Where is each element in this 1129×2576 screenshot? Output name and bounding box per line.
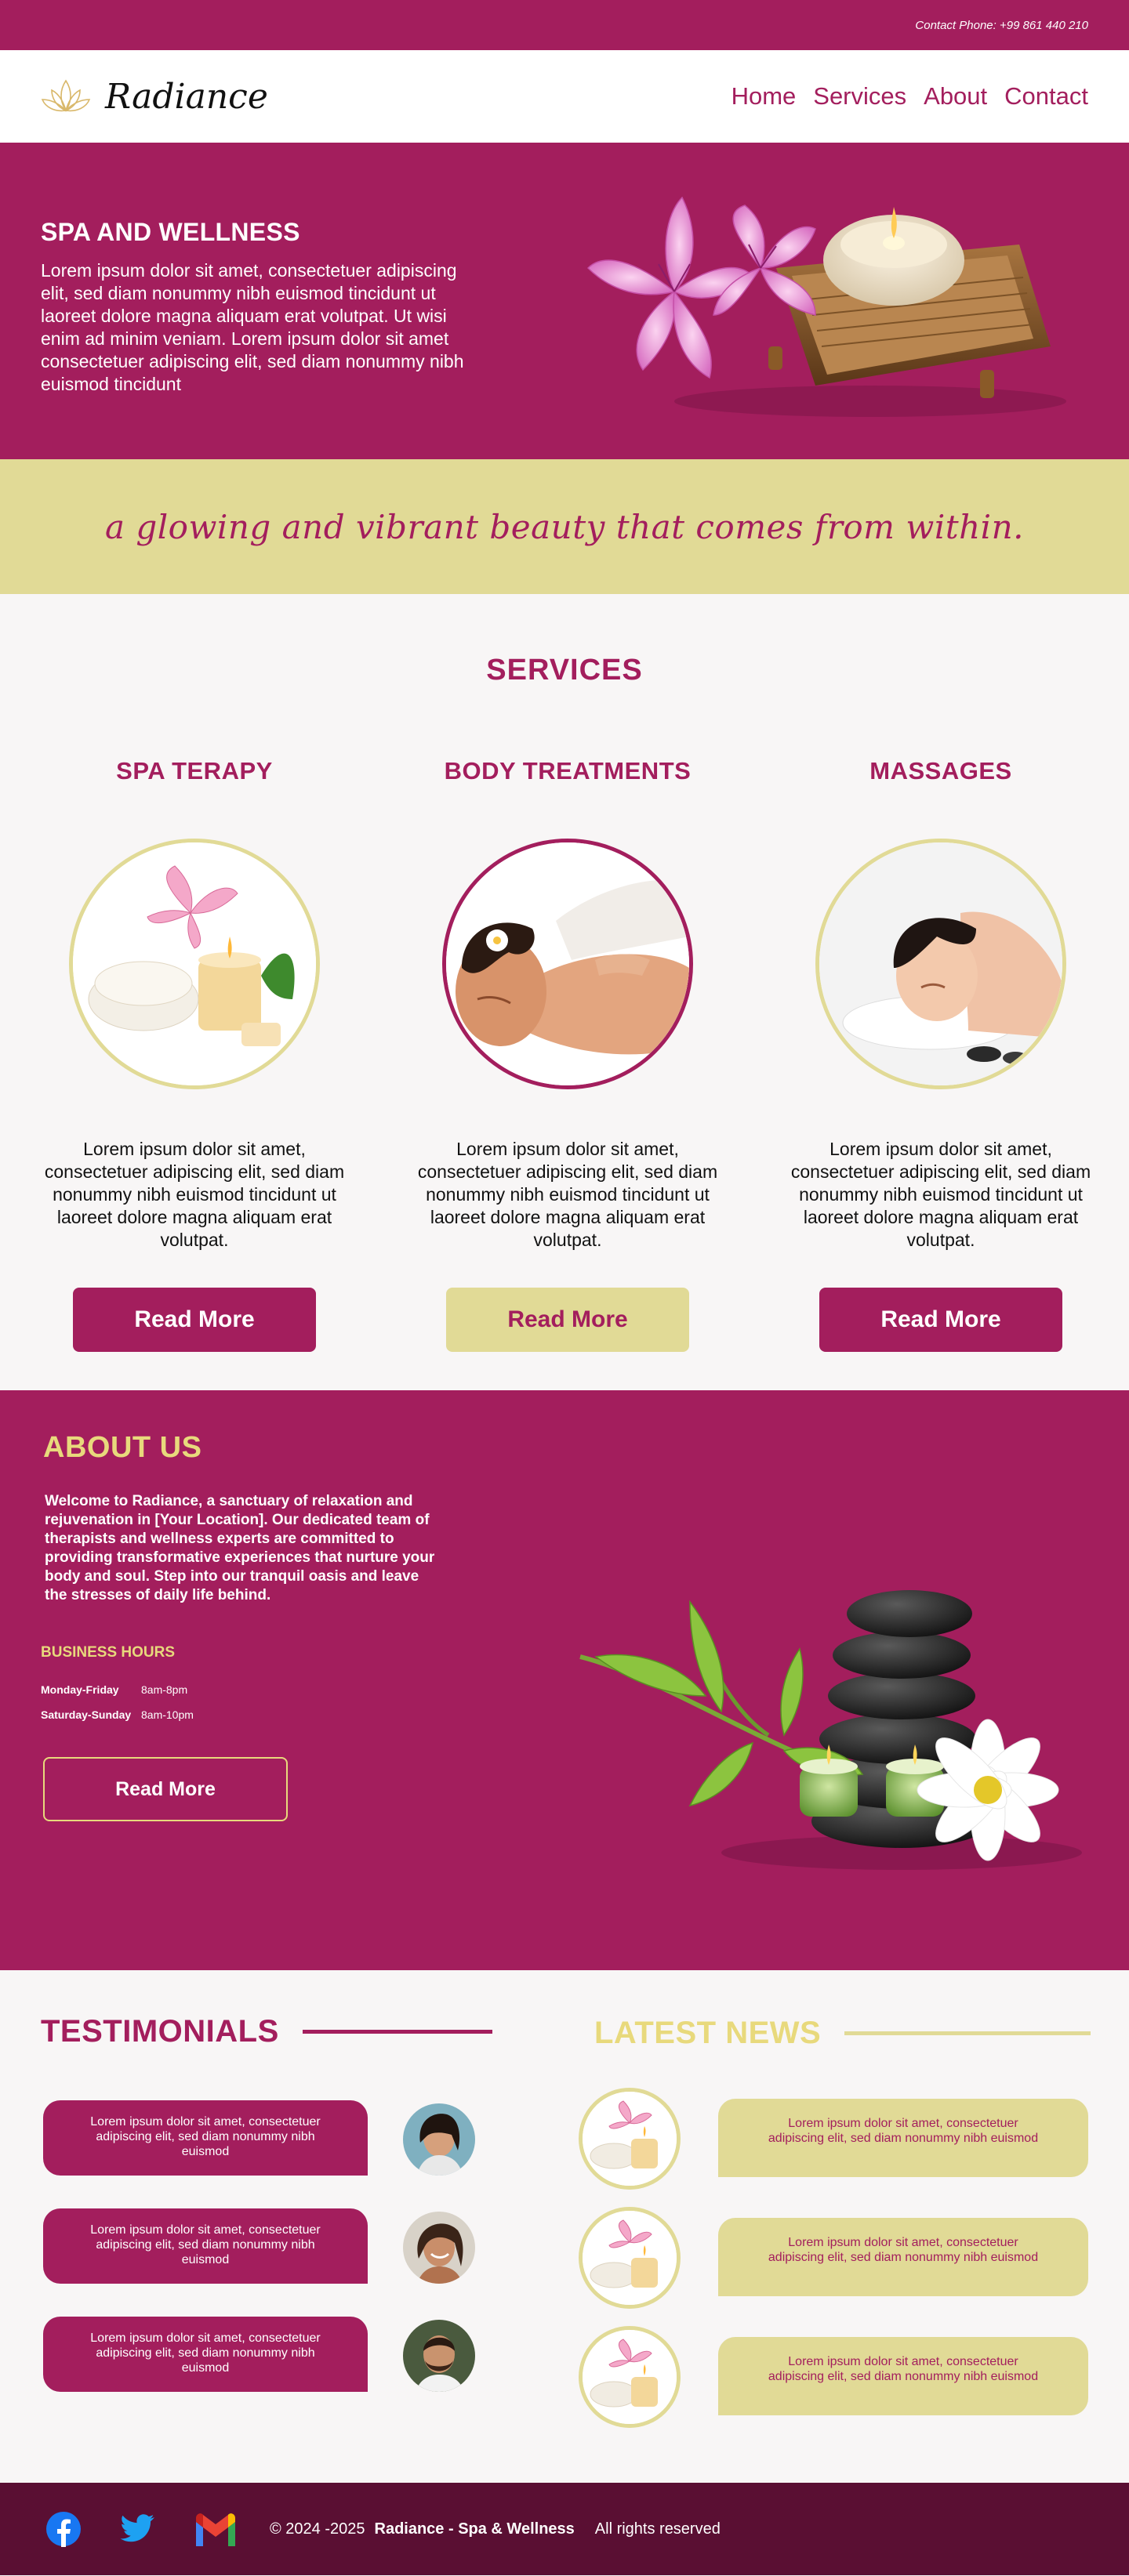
massages-image — [815, 839, 1066, 1089]
service-card-massages: MASSAGES Lorem ipsum dolor sit amet, con… — [784, 757, 1098, 1352]
avatar — [403, 2212, 475, 2284]
news-card[interactable]: Lorem ipsum dolor sit amet, consectetuer… — [718, 2099, 1088, 2177]
news-header: LATEST NEWS — [594, 2016, 1091, 2051]
testimonials-header: TESTIMONIALS — [41, 2014, 492, 2049]
service-description: Lorem ipsum dolor sit amet, consectetuer… — [44, 1139, 345, 1250]
service-description: Lorem ipsum dolor sit amet, consectetuer… — [417, 1139, 718, 1250]
service-card-spa-therapy: SPA TERAPY Lorem ipsum dolor sit amet, c… — [38, 757, 351, 1352]
nav-about[interactable]: About — [924, 82, 987, 111]
hours-row-weekend: Saturday-Sunday 8am-10pm — [41, 1708, 194, 1721]
nav-services[interactable]: Services — [813, 82, 906, 111]
testimonials-title: TESTIMONIALS — [41, 2014, 279, 2049]
lotus-icon — [41, 79, 91, 112]
about-read-more-button[interactable]: Read More — [43, 1757, 288, 1821]
testimonials-news-section: TESTIMONIALS LATEST NEWS Lorem ipsum dol… — [0, 1970, 1129, 2483]
nav-contact[interactable]: Contact — [1004, 82, 1088, 111]
hero-text: SPA AND WELLNESS Lorem ipsum dolor sit a… — [41, 218, 488, 396]
testimonial-card: Lorem ipsum dolor sit amet, consectetuer… — [43, 2208, 368, 2284]
news-title: LATEST NEWS — [594, 2016, 822, 2050]
service-description: Lorem ipsum dolor sit amet, consectetuer… — [790, 1139, 1091, 1250]
body-treatments-image — [442, 839, 693, 1089]
news-thumbnail[interactable] — [579, 2088, 681, 2190]
tagline-text: a glowing and vibrant beauty that comes … — [104, 507, 1025, 546]
about-section: ABOUT US Welcome to Radiance, a sanctuar… — [0, 1390, 1129, 1970]
news-card[interactable]: Lorem ipsum dolor sit amet, consectetuer… — [718, 2218, 1088, 2296]
hours-time: 8am-10pm — [141, 1708, 194, 1721]
testimonials-divider — [302, 2030, 492, 2034]
service-title: BODY TREATMENTS — [444, 757, 692, 784]
avatar — [403, 2320, 475, 2392]
spa-therapy-read-more-button[interactable]: Read More — [73, 1288, 316, 1352]
logo-text: Radiance — [105, 76, 268, 117]
site-header: Radiance Home Services About Contact — [0, 50, 1129, 143]
testimonial-card: Lorem ipsum dolor sit amet, consectetuer… — [43, 2317, 368, 2392]
site-footer: © 2024 -2025 Radiance - Spa & Wellness A… — [0, 2483, 1129, 2575]
massages-read-more-button[interactable]: Read More — [819, 1288, 1062, 1352]
footer-text: © 2024 -2025 Radiance - Spa & Wellness A… — [270, 2520, 721, 2538]
logo[interactable]: Radiance — [41, 76, 268, 117]
stones-bamboo-candles-image — [579, 1590, 1082, 1870]
lily-candle-image — [586, 196, 1066, 417]
spa-therapy-image — [69, 839, 320, 1089]
news-thumbnail[interactable] — [579, 2326, 681, 2428]
service-title: MASSAGES — [869, 757, 1012, 784]
body-treatments-read-more-button[interactable]: Read More — [446, 1288, 689, 1352]
hours-day: Saturday-Sunday — [41, 1708, 132, 1721]
footer-rights: All rights reserved — [594, 2520, 721, 2538]
news-divider — [844, 2031, 1091, 2035]
facebook-icon[interactable] — [45, 2511, 82, 2547]
services-section: SERVICES SPA TERAPY Lorem ipsum dolor si… — [0, 594, 1129, 1390]
service-card-body-treatments: BODY TREATMENTS Lorem ipsum dolor sit am… — [411, 757, 724, 1352]
about-description: Welcome to Radiance, a sanctuary of rela… — [45, 1493, 435, 1603]
about-title: ABOUT US — [43, 1431, 202, 1464]
tagline-banner: a glowing and vibrant beauty that comes … — [0, 459, 1129, 594]
main-nav: Home Services About Contact — [731, 82, 1088, 111]
hero-description: Lorem ipsum dolor sit amet, consectetuer… — [41, 260, 464, 394]
services-title: SERVICES — [486, 654, 643, 687]
footer-brand: Radiance - Spa & Wellness — [374, 2520, 575, 2538]
hero-section: SPA AND WELLNESS Lorem ipsum dolor sit a… — [0, 143, 1129, 459]
twitter-icon[interactable] — [119, 2513, 155, 2545]
news-thumbnail[interactable] — [579, 2207, 681, 2309]
hero-title: SPA AND WELLNESS — [41, 218, 300, 246]
testimonial-card: Lorem ipsum dolor sit amet, consectetuer… — [43, 2100, 368, 2176]
business-hours-title: BUSINESS HOURS — [41, 1644, 176, 1661]
service-title: SPA TERAPY — [116, 757, 273, 784]
avatar — [403, 2103, 475, 2176]
hours-day: Monday-Friday — [41, 1683, 119, 1696]
social-links — [45, 2511, 238, 2547]
gmail-icon[interactable] — [193, 2512, 238, 2546]
hours-time: 8am-8pm — [141, 1683, 188, 1696]
news-card[interactable]: Lorem ipsum dolor sit amet, consectetuer… — [718, 2337, 1088, 2415]
contact-phone: Contact Phone: +99 861 440 210 — [915, 18, 1088, 32]
hours-row-weekdays: Monday-Friday 8am-8pm — [41, 1683, 187, 1696]
copyright: © 2024 -2025 — [270, 2520, 365, 2538]
top-bar: Contact Phone: +99 861 440 210 — [0, 0, 1129, 50]
nav-home[interactable]: Home — [731, 82, 797, 111]
